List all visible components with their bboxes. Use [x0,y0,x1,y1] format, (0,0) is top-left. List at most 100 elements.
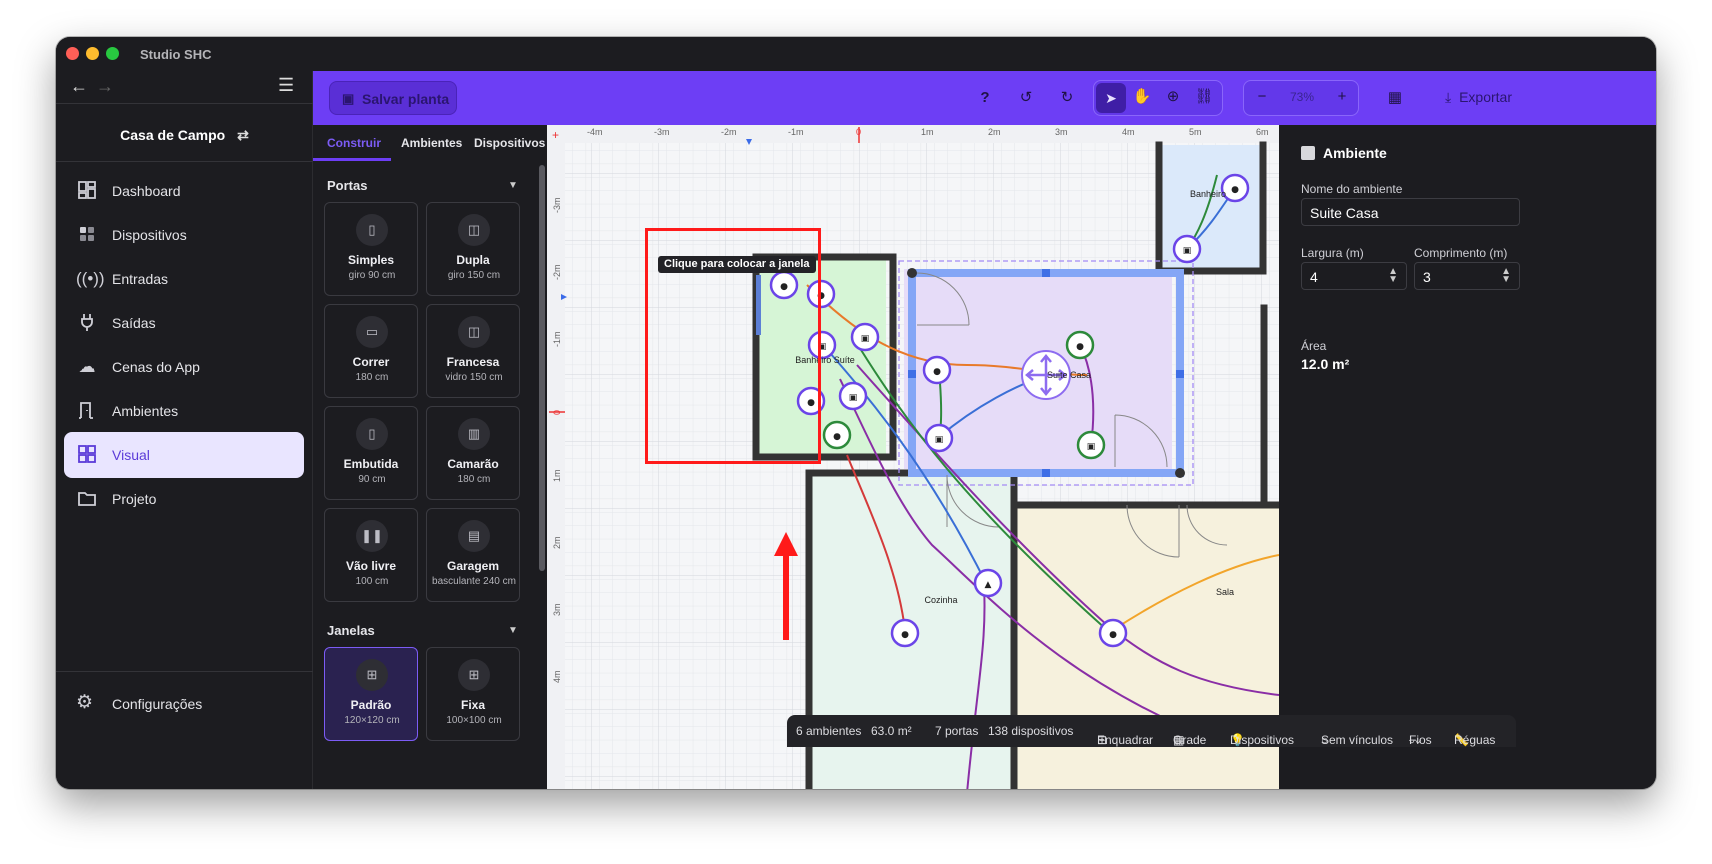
sidebar-item-entradas[interactable]: ((•)) Entradas [64,256,304,302]
chevron-down-icon[interactable]: ▼ [508,180,518,191]
window-card-padrao[interactable]: ⊞ Padrão 120×120 cm [324,647,418,741]
sidebar-item-saidas[interactable]: Saídas [64,300,304,346]
length-input[interactable]: 3 ▲ ▼ [1414,262,1520,290]
door-double-icon: ◫ [458,214,490,246]
sidebar-item-label: Dashboard [112,183,181,199]
length-label: Comprimento (m) [1414,246,1508,260]
door-card-francesa[interactable]: ◫ Francesa vidro 150 cm [426,304,520,398]
sidebar-item-label: Cenas do App [112,359,200,375]
toggle-label: Dispositivos [1230,733,1295,747]
svg-text:●: ● [933,367,941,377]
door-folding-icon: ▥ [458,418,490,450]
tab-construir[interactable]: Construir [327,136,381,150]
card-subtitle: 100 cm [355,576,389,587]
sidebar-item-label: Projeto [112,491,157,507]
build-palette: Portas ▼ ▯ Simples giro 90 cm ◫ Dupla gi… [313,161,547,789]
save-plan-button[interactable]: ▣ Salvar planta [329,81,457,115]
minimize-window-button[interactable] [86,47,99,60]
card-name: Camarão [447,457,499,471]
toggle-label: Grade [1173,733,1207,747]
door-card-embutida[interactable]: ▯ Embutida 90 cm [324,406,418,500]
room-label: Suite Casa [1047,370,1091,380]
door-french-icon: ◫ [458,316,490,348]
room-color-swatch[interactable] [1301,146,1315,160]
pan-hand-icon[interactable]: ✋ [1130,86,1154,110]
sidebar-divider [56,161,313,162]
dashboard-icon [76,180,98,202]
door-card-correr[interactable]: ▭ Correr 180 cm [324,304,418,398]
windows-section-title: Janelas [327,623,375,638]
inspector-title: Ambiente [1301,145,1387,161]
undo-icon[interactable]: ↺ [1014,87,1038,111]
card-name: Francesa [446,355,500,369]
sidebar-item-dashboard[interactable]: Dashboard [64,168,304,214]
width-label: Largura (m) [1301,246,1364,260]
status-area: 63.0 m² [871,724,912,738]
maximize-window-button[interactable] [106,47,119,60]
length-value: 3 [1423,269,1431,285]
door-sliding-icon: ▭ [356,316,388,348]
close-window-button[interactable] [66,47,79,60]
export-button[interactable]: ⤓ Exportar [1445,89,1512,106]
door-card-dupla[interactable]: ◫ Dupla giro 150 cm [426,202,520,296]
door-card-camarao[interactable]: ▥ Camarão 180 cm [426,406,520,500]
sidebar-item-dispositivos[interactable]: Dispositivos [64,212,304,258]
forward-arrow-icon[interactable]: → [92,76,118,97]
sidebar-item-cenas[interactable]: ☁ Cenas do App [64,344,304,390]
floppy-disk-icon: ▣ [342,91,355,106]
room-name-input[interactable]: Suite Casa [1301,198,1520,226]
ruler-x-label: 5m [1189,127,1202,137]
radio-waves-icon: ((•)) [76,269,105,288]
card-name: Garagem [446,559,500,573]
sidebar-item-projeto[interactable]: Projeto [64,476,304,522]
sidebar-item-label: Ambientes [112,403,179,419]
swap-arrows-icon[interactable]: ⇄ [237,127,249,143]
door-card-garagem[interactable]: ▤ Garagem basculante 240 cm [426,508,520,602]
ruler-x-label: -3m [654,127,670,137]
ruler-x-label: 1m [921,127,934,137]
window-card-fixa[interactable]: ⊞ Fixa 100×100 cm [426,647,520,741]
collapse-sidebar-icon[interactable]: ☰ [278,75,294,96]
redo-icon[interactable]: ↻ [1055,87,1079,111]
window-fixed-icon: ⊞ [458,659,490,691]
toggle-label: Fios [1409,733,1432,747]
project-name: Casa de Campo [120,127,226,143]
door-card-simples[interactable]: ▯ Simples giro 90 cm [324,202,418,296]
zoom-out-button[interactable]: − [1250,86,1274,110]
layout-panel-icon[interactable]: ▦ [1383,87,1407,111]
select-tool-icon[interactable]: ➤ [1096,83,1126,113]
tab-dispositivos[interactable]: Dispositivos [474,136,545,150]
svg-text:▲: ▲ [985,580,992,590]
width-value: 4 [1310,269,1318,285]
length-stepper-icon[interactable]: ▲ ▼ [1501,267,1511,285]
svg-text:▣: ▣ [935,435,944,445]
garage-door-icon: ▤ [458,520,490,552]
ruler-y-label: 3m [552,603,562,616]
back-arrow-icon[interactable]: ← [66,76,92,97]
sidebar-item-label: Saídas [112,315,156,331]
help-icon[interactable]: ? [973,87,997,111]
room-label: Banheiro [1190,189,1226,199]
sidebar-item-ambientes[interactable]: Ambientes [64,388,304,434]
ruler-x-label: 3m [1055,127,1068,137]
ruler-y-label: 4m [552,670,562,683]
link-tool-icon[interactable]: ⛓ [1192,86,1216,110]
inspector-panel: Ambiente Nome do ambiente Suite Casa Lar… [1279,125,1656,789]
door-card-vao-livre[interactable]: ❚❚ Vão livre 100 cm [324,508,418,602]
toggle-label: Enquadrar [1097,733,1154,747]
project-switcher[interactable]: Casa de Campo ⇄ [56,127,313,144]
width-stepper-icon[interactable]: ▲ ▼ [1388,267,1398,285]
card-subtitle: 100×100 cm [446,715,502,726]
zoom-in-button[interactable]: + [1330,86,1354,110]
palette-scrollbar[interactable] [539,165,545,571]
zoom-tool-icon[interactable]: ⊕ [1161,86,1185,110]
app-window: Studio SHC ← → ☰ Casa de Campo ⇄ Dashboar… [56,37,1656,789]
settings-button[interactable]: ⚙ Configurações [64,683,304,723]
chevron-down-icon[interactable]: ▼ [508,625,518,636]
width-input[interactable]: 4 ▲ ▼ [1301,262,1407,290]
placement-tooltip: Clique para colocar a janela [658,256,816,273]
palette-tabs: Construir Ambientes Dispositivos [313,125,547,161]
sidebar-item-visual[interactable]: Visual [64,432,304,478]
tab-ambientes[interactable]: Ambientes [401,136,462,150]
card-subtitle: 180 cm [457,474,491,485]
